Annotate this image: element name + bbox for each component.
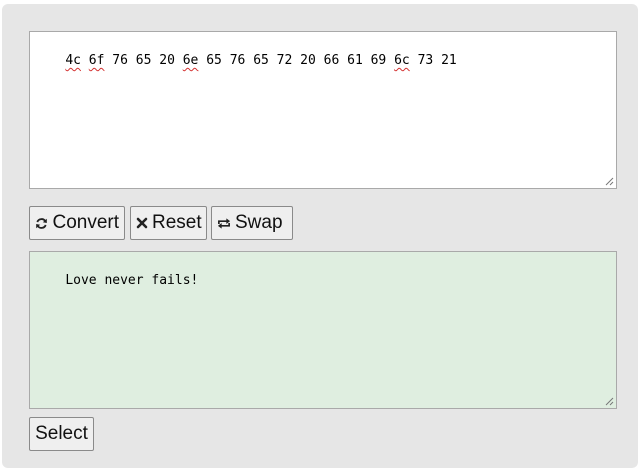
swap-icon <box>217 216 231 230</box>
hex-token: 6e <box>182 53 199 68</box>
resize-grip-icon[interactable] <box>605 177 614 186</box>
hex-token: 66 <box>323 53 340 68</box>
convert-button[interactable]: Convert <box>29 206 125 240</box>
hex-token: 76 <box>112 53 128 68</box>
hex-token: 76 <box>229 53 246 68</box>
refresh-icon <box>35 216 48 230</box>
close-icon <box>136 216 148 230</box>
converter-panel: 4c 6f 76 65 20 6e 65 76 65 72 20 66 61 6… <box>2 4 638 468</box>
convert-label: Convert <box>52 212 119 233</box>
swap-label: Swap <box>235 212 283 233</box>
hex-token: 72 <box>276 53 293 68</box>
text-output-textarea[interactable]: Love never fails! <box>29 251 617 409</box>
swap-button[interactable]: Swap <box>211 206 293 240</box>
hex-input-textarea[interactable]: 4c 6f 76 65 20 6e 65 76 65 72 20 66 61 6… <box>29 31 617 189</box>
text-output-value: Love never fails! <box>65 273 199 288</box>
select-label: Select <box>35 423 88 444</box>
resize-grip-icon[interactable] <box>605 397 614 406</box>
hex-token: 73 <box>417 53 434 68</box>
hex-token: 65 <box>135 53 152 68</box>
select-button[interactable]: Select <box>29 417 94 451</box>
hex-token: 65 <box>253 53 269 68</box>
hex-token: 6c <box>394 53 410 68</box>
hex-token: 61 <box>347 53 363 68</box>
hex-token: 69 <box>370 53 387 68</box>
hex-token: 21 <box>441 53 457 68</box>
hex-token: 20 <box>300 53 316 68</box>
hex-token: 20 <box>159 53 175 68</box>
hex-token: 65 <box>206 53 222 68</box>
hex-token: 6f <box>88 53 105 68</box>
reset-button[interactable]: Reset <box>130 206 207 240</box>
hex-token: 4c <box>65 53 81 68</box>
reset-label: Reset <box>152 212 202 233</box>
hex-input-text: 4c 6f 76 65 20 6e 65 76 65 72 20 66 61 6… <box>65 53 456 68</box>
